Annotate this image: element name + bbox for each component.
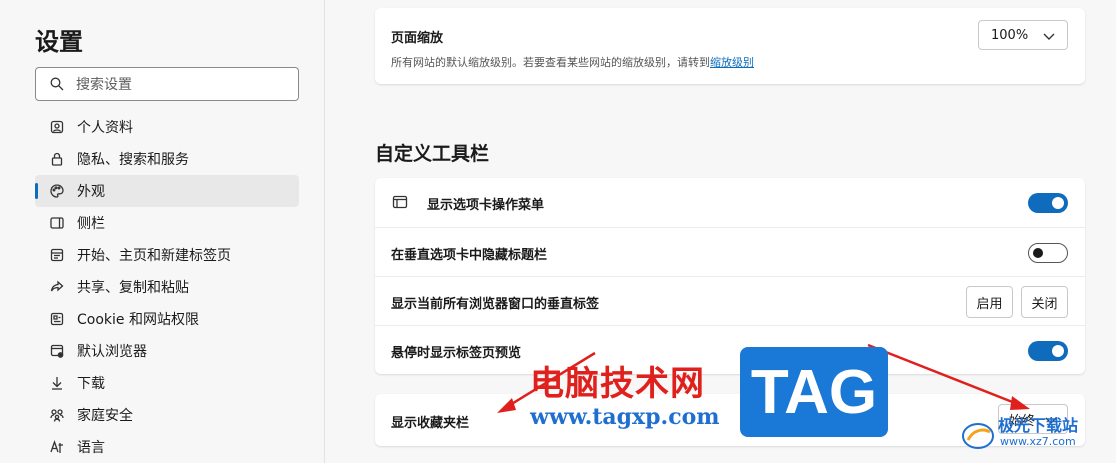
search-icon [50, 77, 64, 91]
sidebar-item-share[interactable]: 共享、复制和粘贴 [35, 271, 299, 303]
page-zoom-dropdown[interactable]: 100% [978, 20, 1068, 50]
watermark-url: www.tagxp.com [530, 404, 720, 430]
home-icon [49, 247, 65, 263]
sidebar-item-label: 外观 [77, 184, 105, 200]
watermark-tag-logo: TAG [740, 347, 888, 437]
sidebar-item-languages[interactable]: 语言 [35, 431, 299, 463]
sidebar-item-label: 家庭安全 [77, 408, 133, 424]
language-icon [49, 439, 65, 455]
sidebar-item-label: 个人资料 [77, 120, 133, 136]
tab-preview-toggle[interactable] [1028, 341, 1068, 361]
aurora-logo-icon [962, 423, 994, 449]
download-icon [49, 375, 65, 391]
hide-title-bar-label: 在垂直选项卡中隐藏标题栏 [391, 248, 548, 263]
sidebar-item-family-safety[interactable]: 家庭安全 [35, 399, 299, 431]
toolbar-row-tab-preview: 悬停时显示标签页预览 [375, 325, 1085, 374]
sidebar-item-privacy[interactable]: 隐私、搜索和服务 [35, 143, 299, 175]
hide-title-bar-toggle[interactable] [1028, 243, 1068, 263]
watermark-site-logo: 极光下载站 www.xz7.com [958, 410, 1108, 460]
vertical-tabs-label: 显示当前所有浏览器窗口的垂直标签 [391, 297, 600, 312]
sidebar-item-label: 语言 [77, 440, 105, 456]
search-input[interactable]: 搜索设置 [35, 67, 299, 101]
sidebar-item-label: 共享、复制和粘贴 [77, 280, 189, 296]
tab-actions-toggle[interactable] [1028, 193, 1068, 213]
customize-toolbar-heading: 自定义工具栏 [375, 143, 490, 165]
toolbar-row-hide-title-bar: 在垂直选项卡中隐藏标题栏 [375, 227, 1085, 276]
palette-icon [49, 183, 65, 199]
watermark-text: 电脑技术网 [530, 364, 705, 404]
sidebar-item-label: 默认浏览器 [77, 344, 147, 360]
sidebar-item-cookies[interactable]: Cookie 和网站权限 [35, 303, 299, 335]
browser-icon [49, 343, 65, 359]
enable-button[interactable]: 启用 [966, 286, 1013, 318]
page-zoom-description-text: 所有网站的默认缩放级别。若要查看某些网站的缩放级别，请转到 [391, 56, 710, 69]
lock-icon [49, 151, 65, 167]
tab-preview-label: 悬停时显示标签页预览 [391, 346, 522, 361]
page-zoom-card: 页面缩放 所有网站的默认缩放级别。若要查看某些网站的缩放级别，请转到缩放级别 1… [375, 8, 1085, 84]
sidebar-item-label: 侧栏 [77, 216, 105, 232]
tab-actions-icon [392, 195, 408, 209]
sidebar-item-label: Cookie 和网站权限 [77, 312, 199, 328]
page-zoom-title: 页面缩放 [391, 31, 444, 46]
favorites-bar-label: 显示收藏夹栏 [391, 416, 470, 431]
sidebar-icon [49, 215, 65, 231]
permissions-icon [49, 311, 65, 327]
sidebar-item-downloads[interactable]: 下载 [35, 367, 299, 399]
zoom-levels-link[interactable]: 缩放级别 [710, 56, 754, 69]
toolbar-row-tab-actions: 显示选项卡操作菜单 [375, 178, 1085, 227]
watermark-site-name: 极光下载站 [998, 416, 1079, 435]
page-zoom-description: 所有网站的默认缩放级别。若要查看某些网站的缩放级别，请转到缩放级别 [391, 54, 754, 70]
sidebar-item-label: 隐私、搜索和服务 [77, 152, 189, 168]
sidebar-item-sidebar[interactable]: 侧栏 [35, 207, 299, 239]
sidebar-item-label: 下载 [77, 376, 105, 392]
watermark-site-url: www.xz7.com [1000, 435, 1076, 448]
settings-title: 设置 [35, 28, 83, 56]
settings-sidebar: 设置 搜索设置 个人资料 隐私、搜索和服务 外观 侧栏 开始、主页和新建标签页 … [0, 0, 325, 463]
search-placeholder: 搜索设置 [76, 77, 132, 93]
sidebar-item-label: 开始、主页和新建标签页 [77, 248, 231, 264]
family-icon [49, 407, 65, 423]
tab-actions-label: 显示选项卡操作菜单 [427, 198, 545, 213]
profile-icon [49, 119, 65, 135]
share-icon [49, 279, 65, 295]
disable-button[interactable]: 关闭 [1021, 286, 1068, 318]
sidebar-item-start-home[interactable]: 开始、主页和新建标签页 [35, 239, 299, 271]
customize-toolbar-card: 显示选项卡操作菜单 在垂直选项卡中隐藏标题栏 显示当前所有浏览器窗口的垂直标签 … [375, 178, 1085, 374]
settings-content: 页面缩放 所有网站的默认缩放级别。若要查看某些网站的缩放级别，请转到缩放级别 1… [326, 0, 1116, 463]
sidebar-item-default-browser[interactable]: 默认浏览器 [35, 335, 299, 367]
sidebar-item-profile[interactable]: 个人资料 [35, 111, 299, 143]
sidebar-item-appearance[interactable]: 外观 [35, 175, 299, 207]
toolbar-row-vertical-tabs: 显示当前所有浏览器窗口的垂直标签 启用 关闭 [375, 276, 1085, 325]
settings-nav: 个人资料 隐私、搜索和服务 外观 侧栏 开始、主页和新建标签页 共享、复制和粘贴… [35, 111, 299, 463]
page-zoom-value: 100% [991, 27, 1029, 43]
chevron-down-icon [1043, 33, 1055, 40]
